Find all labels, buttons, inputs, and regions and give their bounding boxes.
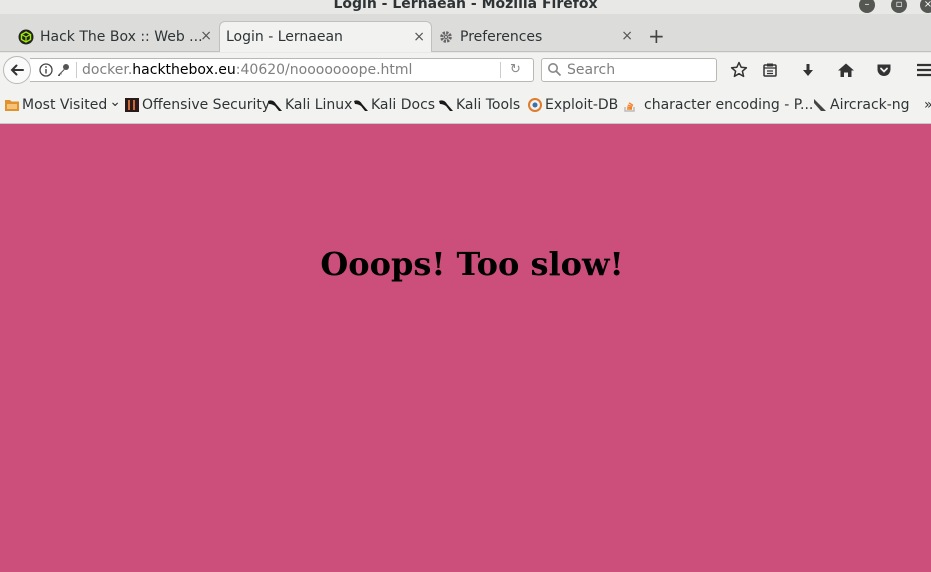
tab-label: Preferences xyxy=(460,28,543,45)
menu-icon[interactable] xyxy=(915,60,931,80)
bookmarks-toolbar: Most Visited ⌄ Offensive Security Kali L… xyxy=(0,88,931,124)
bookmark-label: Aircrack-ng xyxy=(830,97,910,113)
tab-close-icon[interactable]: × xyxy=(200,28,212,44)
new-tab-button[interactable]: + xyxy=(648,24,665,48)
offsec-icon xyxy=(124,97,140,113)
window-title: Login - Lernaean - Mozilla Firefox xyxy=(333,0,598,12)
star-icon[interactable] xyxy=(729,60,749,80)
bookmark-label: Kali Tools xyxy=(456,97,521,113)
bookmark-label: Most Visited xyxy=(22,97,108,113)
htb-cube-icon xyxy=(18,29,34,45)
bookmark-kali-linux[interactable]: Kali Linux xyxy=(267,97,352,113)
url-text[interactable]: docker.hackthebox.eu:40620/nooooooope.ht… xyxy=(82,62,412,78)
tab-label: Hack The Box :: Web ... xyxy=(40,28,203,45)
chevron-down-icon: ⌄ xyxy=(109,94,121,110)
bookmark-label: Exploit-DB xyxy=(545,97,619,113)
window-titlebar: Login - Lernaean - Mozilla Firefox – ▫ × xyxy=(0,0,931,14)
bookmark-label: Offensive Security xyxy=(142,97,271,113)
kali-dragon-icon xyxy=(438,97,454,113)
bookmark-kali-tools[interactable]: Kali Tools xyxy=(438,97,520,113)
folder-icon xyxy=(4,97,20,113)
tab-close-icon[interactable]: × xyxy=(621,28,633,44)
tab-strip: Hack The Box :: Web ... × Login - Lernae… xyxy=(0,14,931,52)
bookmarks-overflow-icon[interactable]: » xyxy=(924,97,931,113)
tab-preferences[interactable]: Preferences × xyxy=(434,21,639,52)
url-bar[interactable]: docker.hackthebox.eu:40620/nooooooope.ht… xyxy=(30,58,534,82)
exploit-db-icon xyxy=(527,97,543,113)
tab-login-lernaean[interactable]: Login - Lernaean × xyxy=(219,21,432,52)
back-button[interactable] xyxy=(3,56,31,84)
reload-icon[interactable]: ↻ xyxy=(510,62,521,77)
bookmark-aircrack-ng[interactable]: Aircrack-ng xyxy=(812,97,910,113)
page-heading: Ooops! Too slow! xyxy=(320,245,624,283)
bookmark-character-encoding[interactable]: character encoding - P... xyxy=(622,97,813,113)
kali-dragon-icon xyxy=(267,97,283,113)
download-icon[interactable] xyxy=(798,60,818,80)
tab-hackthebox[interactable]: Hack The Box :: Web ... × xyxy=(14,21,218,52)
url-separator xyxy=(500,62,501,78)
back-arrow-icon xyxy=(10,64,24,76)
bookmark-label: character encoding - P... xyxy=(644,97,814,113)
search-placeholder: Search xyxy=(567,62,616,78)
url-separator xyxy=(76,62,77,78)
bookmark-label: Kali Linux xyxy=(285,97,353,113)
aircrack-icon xyxy=(812,97,828,113)
bookmark-label: Kali Docs xyxy=(371,97,436,113)
page-content: Ooops! Too slow! xyxy=(0,124,931,572)
tab-label: Login - Lernaean xyxy=(226,29,343,45)
tab-close-icon[interactable]: × xyxy=(413,29,425,45)
kali-dragon-icon xyxy=(353,97,369,113)
search-icon xyxy=(547,62,562,81)
bookmark-kali-docs[interactable]: Kali Docs xyxy=(353,97,435,113)
stack-overflow-icon xyxy=(622,97,638,113)
navigation-toolbar: docker.hackthebox.eu:40620/nooooooope.ht… xyxy=(0,53,931,88)
gear-icon xyxy=(438,29,454,45)
bookmark-most-visited[interactable]: Most Visited ⌄ xyxy=(4,94,121,113)
key-icon[interactable] xyxy=(56,63,70,81)
bookmark-exploit-db[interactable]: Exploit-DB xyxy=(527,97,618,113)
home-icon[interactable] xyxy=(836,60,856,80)
info-icon[interactable] xyxy=(39,63,53,81)
search-input[interactable]: Search xyxy=(541,58,717,82)
reading-list-icon[interactable] xyxy=(760,60,780,80)
pocket-icon[interactable] xyxy=(874,60,894,80)
bookmark-offensive-security[interactable]: Offensive Security xyxy=(124,97,270,113)
